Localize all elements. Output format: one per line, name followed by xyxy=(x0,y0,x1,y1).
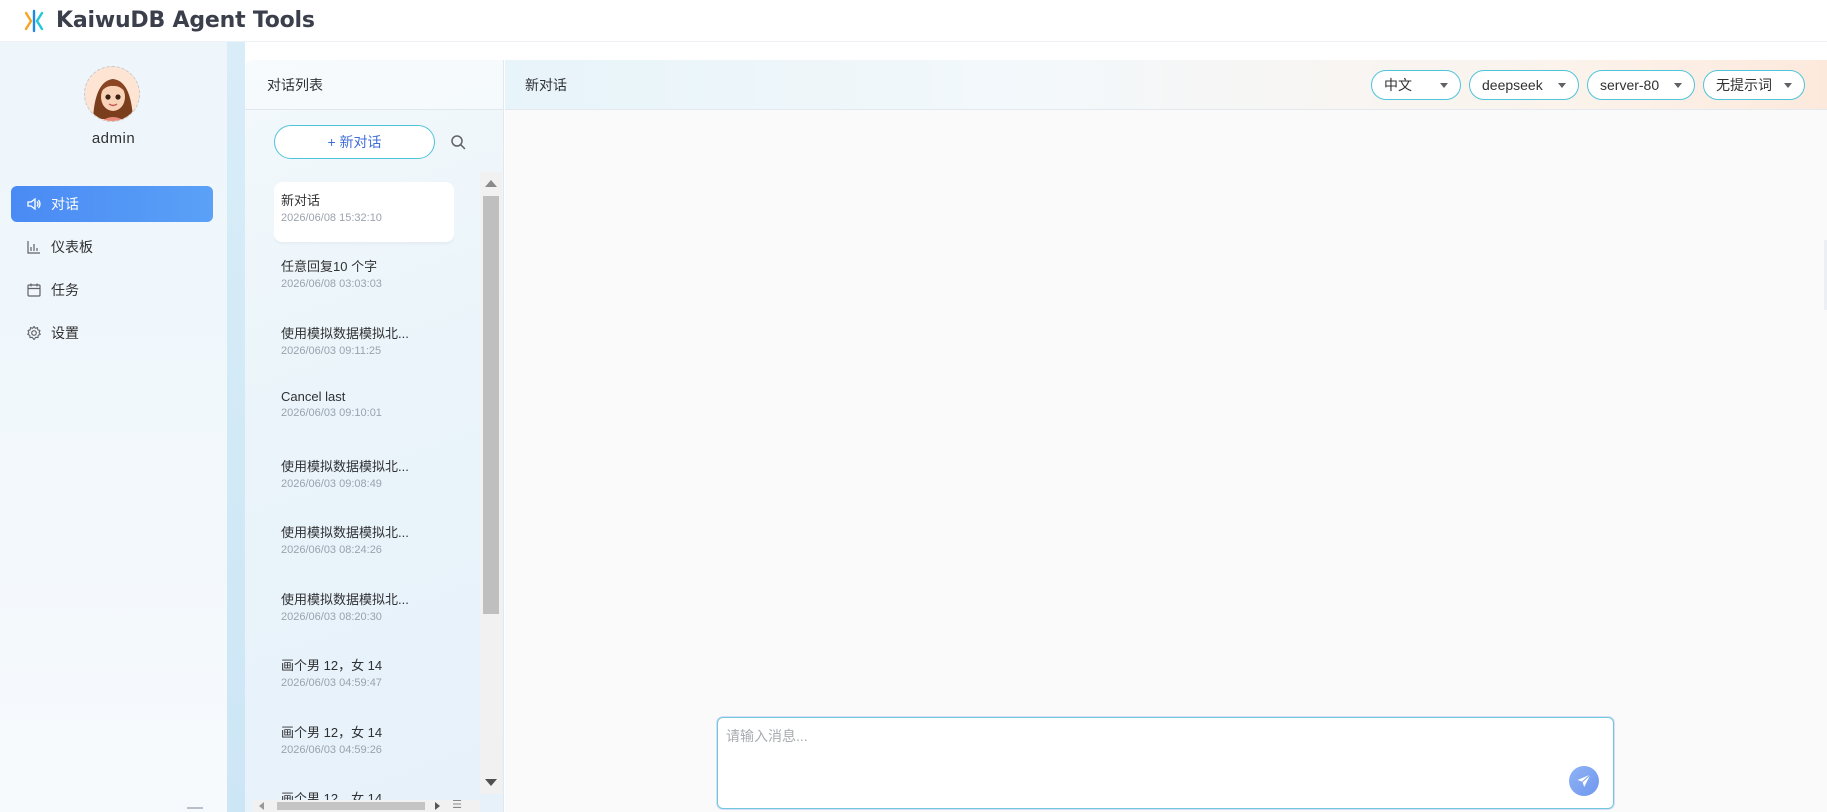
bar-chart-icon xyxy=(25,238,43,256)
message-input[interactable] xyxy=(726,726,1566,796)
conversation-time: 2026/06/03 09:08:49 xyxy=(281,478,382,490)
conversation-time: 2026/06/03 08:24:26 xyxy=(281,544,382,556)
scroll-up-icon[interactable] xyxy=(485,180,497,187)
conversation-item[interactable]: 使用模拟数据模拟北... 2026/06/03 09:08:49 xyxy=(274,448,454,508)
conversation-time: 2026/06/08 15:32:10 xyxy=(281,212,382,224)
conversation-item[interactable]: 画个男 12，女 14 2026/06/03 04:59:47 xyxy=(274,647,454,707)
send-button[interactable] xyxy=(1569,766,1599,796)
language-select[interactable]: 中文 xyxy=(1371,70,1461,100)
conversation-title: Cancel last xyxy=(281,389,346,404)
conversation-list: 新对话 2026/06/08 15:32:10 任意回复10 个字 2026/0… xyxy=(274,182,454,802)
conversation-title: 使用模拟数据模拟北... xyxy=(281,525,409,540)
conversation-time: 2026/06/03 09:10:01 xyxy=(281,407,382,419)
nav-item-settings[interactable]: 设置 xyxy=(11,315,213,351)
nav-item-label: 仪表板 xyxy=(51,239,93,255)
conversation-item[interactable]: 任意回复10 个字 2026/06/08 03:03:03 xyxy=(274,248,454,308)
server-select-value: server-80 xyxy=(1600,77,1660,93)
scrollbar-thumb[interactable] xyxy=(483,196,499,614)
conversation-title: 画个男 12，女 14 xyxy=(281,658,383,673)
nav-item-tasks[interactable]: 任务 xyxy=(11,272,213,308)
sidebar-collapse-handle[interactable] xyxy=(187,807,203,809)
conversation-item[interactable]: 使用模拟数据模拟北... 2026/06/03 08:24:26 xyxy=(274,514,454,574)
conversation-time: 2026/06/03 04:59:47 xyxy=(281,677,382,689)
conversation-item[interactable]: 使用模拟数据模拟北... 2026/06/03 09:11:25 xyxy=(274,315,454,375)
prompt-select[interactable]: 无提示词 xyxy=(1703,70,1805,100)
avatar[interactable] xyxy=(84,66,140,122)
chevron-down-icon xyxy=(1674,82,1682,88)
list-toggle-icon[interactable]: ☰ xyxy=(452,798,462,811)
model-select-value: deepseek xyxy=(1482,77,1543,93)
conversation-list-title: 对话列表 xyxy=(245,60,503,110)
conversation-title: 新对话 xyxy=(281,193,321,208)
username: admin xyxy=(91,130,136,147)
conversation-item[interactable]: 使用模拟数据模拟北... 2026/06/03 08:20:30 xyxy=(274,581,454,641)
chat-messages-area xyxy=(505,110,1827,812)
model-select[interactable]: deepseek xyxy=(1469,70,1579,100)
conversation-list-scrollbar[interactable] xyxy=(480,172,502,794)
nav-item-chat[interactable]: 对话 xyxy=(11,186,213,222)
sidebar-divider xyxy=(227,42,245,812)
conversation-title: 使用模拟数据模拟北... xyxy=(281,592,409,607)
chevron-down-icon xyxy=(1784,82,1792,88)
conversation-item[interactable]: Cancel last 2026/06/03 09:10:01 xyxy=(274,381,454,441)
prompt-select-value: 无提示词 xyxy=(1716,77,1772,93)
search-icon[interactable] xyxy=(448,132,468,152)
chevron-down-icon xyxy=(1440,82,1448,88)
conversation-time: 2026/06/03 04:59:26 xyxy=(281,744,382,756)
hscrollbar-thumb[interactable] xyxy=(277,802,425,810)
nav-item-label: 对话 xyxy=(51,196,79,212)
conversation-list-hscrollbar[interactable]: ☰ xyxy=(253,798,480,812)
scroll-right-icon[interactable] xyxy=(435,802,440,810)
scroll-left-icon[interactable] xyxy=(259,802,264,810)
chat-header: 新对话 中文 deepseek server-80 无提示词 xyxy=(505,60,1827,110)
top-bar: KaiwuDB Agent Tools xyxy=(0,0,1827,42)
conversation-title: 画个男 12，女 14 xyxy=(281,725,383,740)
language-select-value: 中文 xyxy=(1384,77,1412,93)
conversation-item[interactable]: 新对话 2026/06/08 15:32:10 xyxy=(274,182,454,242)
nav-item-label: 任务 xyxy=(51,282,79,298)
scroll-down-icon[interactable] xyxy=(485,779,497,786)
calendar-icon xyxy=(25,281,43,299)
conversation-item[interactable]: 画个男 12，女 14 xyxy=(274,780,454,802)
new-conversation-button[interactable]: + 新对话 xyxy=(274,125,435,159)
conversation-title: 使用模拟数据模拟北... xyxy=(281,326,409,341)
kaiwudb-logo-icon xyxy=(24,9,44,32)
conversation-time: 2026/06/03 09:11:25 xyxy=(281,345,382,357)
conversation-panel: 对话列表 + 新对话 新对话 2026/06/08 15:32:10 任意回复1… xyxy=(245,60,504,812)
nav-item-dashboard[interactable]: 仪表板 xyxy=(11,229,213,265)
speaker-icon xyxy=(25,195,43,213)
chat-title: 新对话 xyxy=(525,76,567,93)
conversation-time: 2026/06/03 08:20:30 xyxy=(281,611,382,623)
nav-item-label: 设置 xyxy=(51,325,79,341)
conversation-title: 使用模拟数据模拟北... xyxy=(281,459,409,474)
user-avatar-icon xyxy=(85,67,139,121)
chat-options: 中文 deepseek server-80 无提示词 xyxy=(1371,70,1805,100)
conversation-item[interactable]: 画个男 12，女 14 2026/06/03 04:59:26 xyxy=(274,714,454,774)
left-sidebar: admin 对话 仪表板 任务 设置 xyxy=(0,42,227,812)
server-select[interactable]: server-80 xyxy=(1587,70,1695,100)
conversation-title: 任意回复10 个字 xyxy=(281,259,378,274)
chevron-down-icon xyxy=(1558,82,1566,88)
gear-icon xyxy=(25,324,43,342)
message-input-box xyxy=(717,717,1614,809)
conversation-time: 2026/06/08 03:03:03 xyxy=(281,278,382,290)
app-title: KaiwuDB Agent Tools xyxy=(56,8,315,33)
send-icon xyxy=(1577,774,1591,787)
